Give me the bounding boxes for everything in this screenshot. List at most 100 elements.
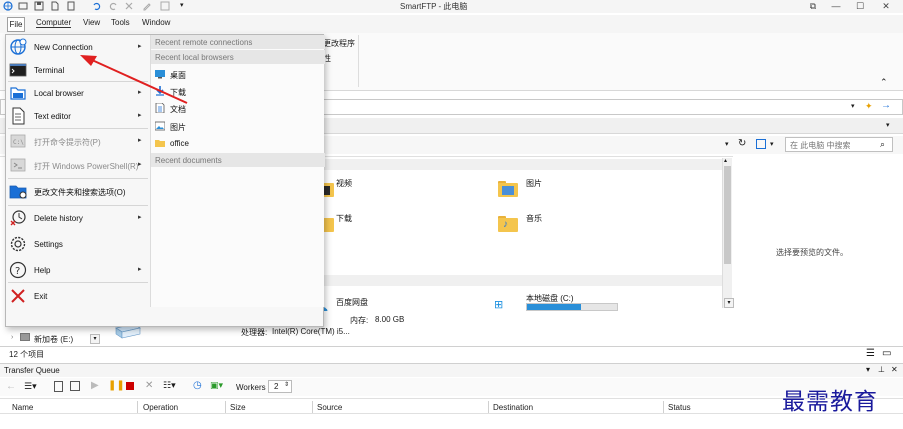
menu-item-label: Settings (34, 240, 63, 249)
pin-icon[interactable]: ⧉ (804, 0, 822, 12)
scrollbar-thumb[interactable] (724, 166, 731, 264)
rename-icon[interactable] (142, 1, 152, 11)
connect-icon[interactable] (18, 1, 28, 11)
menu-item-local-browser[interactable]: Local browser ▸ (6, 81, 150, 105)
menu-item-help[interactable]: ? Help ▸ (6, 258, 150, 282)
queue-options-icon[interactable]: ▣▾ (210, 380, 223, 391)
path-dropdown-icon[interactable]: ▾ (725, 140, 729, 148)
tab-list-icon[interactable]: ▾ (886, 121, 890, 129)
menu-item-cmd[interactable]: C:\ 打开命令提示符(P) ▸ (6, 129, 150, 153)
workers-stepper[interactable]: 2 ⇕ (268, 380, 292, 393)
column-separator[interactable] (312, 401, 313, 413)
drive-label-baidu[interactable]: 百度网盘 (336, 297, 368, 308)
queue-stop-icon[interactable] (126, 382, 134, 390)
tree-scroll-down-button[interactable]: ▾ (90, 334, 100, 344)
scroll-up-icon[interactable]: ▴ (724, 157, 727, 164)
refresh-icon[interactable]: ↻ (738, 138, 746, 149)
queue-list-icon[interactable]: ☷▾ (163, 380, 176, 391)
bookmark-icon[interactable]: ✦ (865, 101, 873, 112)
redo-icon[interactable] (108, 1, 118, 11)
folder-label-music[interactable]: 音乐 (526, 213, 542, 224)
column-separator[interactable] (663, 401, 664, 413)
content-scroll-down-button[interactable]: ▾ (724, 298, 734, 308)
undo-icon[interactable] (92, 1, 102, 11)
qat-dropdown-icon[interactable]: ▾ (180, 1, 190, 11)
panel-close-icon[interactable]: ✕ (891, 365, 898, 374)
menu-computer[interactable]: Computer (36, 18, 72, 28)
help-icon: ? (9, 261, 27, 279)
column-size[interactable]: Size (230, 403, 246, 412)
recent-item-label: office (170, 139, 189, 148)
globe-icon (9, 38, 27, 56)
save-icon[interactable] (34, 1, 44, 11)
cpu-label: 处理器: (241, 328, 268, 337)
queue-back-icon[interactable]: ← (6, 381, 16, 392)
ribbon-uninstall-label[interactable]: 更改程序 (323, 38, 355, 49)
recent-local-item[interactable]: 图片 (151, 118, 325, 134)
close-button[interactable]: ✕ (877, 0, 895, 12)
panel-dropdown-icon[interactable]: ▾ (866, 365, 870, 374)
menu-file[interactable]: File (7, 17, 25, 32)
minimize-button[interactable]: — (827, 0, 845, 12)
menu-item-new-connection[interactable]: New Connection ▸ (6, 35, 150, 59)
menu-item-powershell[interactable]: 打开 Windows PowerShell(R) ▸ (6, 153, 150, 177)
tiles-view-icon[interactable]: ▭ (882, 348, 891, 359)
details-view-icon[interactable]: ☰ (866, 348, 875, 359)
properties-icon[interactable] (160, 1, 170, 11)
queue-start-icon[interactable]: ▶ (91, 380, 99, 391)
menu-item-exit[interactable]: Exit (6, 284, 150, 308)
panel-pin-icon[interactable]: ⊥ (878, 365, 885, 374)
menu-item-settings[interactable]: Settings (6, 232, 150, 256)
new-folder-icon[interactable] (756, 139, 766, 149)
folder-label-downloads[interactable]: 下载 (336, 213, 352, 224)
powershell-icon (9, 156, 27, 174)
tree-item-e[interactable]: 新加卷 (E:) (34, 334, 73, 345)
menu-tools[interactable]: Tools (111, 18, 130, 27)
stepper-arrows-icon[interactable]: ⇕ (284, 381, 289, 388)
menu-view[interactable]: View (83, 18, 100, 27)
content-scrollbar[interactable]: ▴ ▾ (722, 158, 732, 308)
menu-item-delete-history[interactable]: Delete history ▸ (6, 206, 150, 230)
picture-folder-icon[interactable] (498, 181, 518, 197)
submenu-arrow-icon: ▸ (138, 112, 142, 119)
column-source[interactable]: Source (317, 403, 342, 412)
column-name[interactable]: Name (12, 403, 33, 412)
recent-local-item[interactable]: 文档 (151, 100, 325, 116)
queue-remove-icon[interactable]: ✕ (145, 380, 153, 391)
menu-item-text-editor[interactable]: Text editor ▸ (6, 104, 150, 128)
column-separator[interactable] (137, 401, 138, 413)
column-separator[interactable] (488, 401, 489, 413)
queue-menu-icon[interactable]: ☰▾ (24, 381, 37, 392)
music-folder-icon[interactable]: ♪ (498, 216, 518, 232)
windows-drive-icon[interactable]: ⊞ (494, 298, 503, 311)
column-destination[interactable]: Destination (493, 403, 533, 412)
queue-schedule-icon[interactable]: ◷ (193, 380, 202, 391)
column-separator[interactable] (225, 401, 226, 413)
folder-label-pictures[interactable]: 图片 (526, 178, 542, 189)
tree-expand-icon[interactable]: › (11, 334, 13, 341)
copy-icon[interactable] (66, 1, 76, 11)
menu-item-terminal[interactable]: Terminal (6, 58, 150, 82)
recent-local-item[interactable]: 桌面 (151, 66, 325, 82)
delete-icon[interactable] (124, 1, 134, 11)
maximize-button[interactable]: ☐ (851, 0, 869, 12)
view-dropdown-icon[interactable]: ▾ (770, 140, 774, 148)
address-dropdown-icon[interactable]: ▾ (851, 102, 855, 110)
recent-local-item[interactable]: 下载 (151, 83, 325, 99)
search-input[interactable]: 在 此电脑 中搜索 (785, 137, 893, 152)
queue-load-icon[interactable] (54, 381, 63, 392)
queue-pause-icon[interactable]: ❚❚ (108, 380, 125, 391)
collapse-ribbon-icon[interactable]: ⌃ (880, 77, 888, 88)
search-icon[interactable]: ⌕ (880, 139, 885, 150)
workers-value: 2 (274, 382, 279, 391)
column-status[interactable]: Status (668, 403, 691, 412)
app-icon[interactable] (3, 1, 13, 11)
recent-local-item[interactable]: office (151, 135, 325, 151)
go-arrow-icon[interactable]: → (881, 100, 891, 111)
menu-window[interactable]: Window (142, 18, 170, 27)
queue-save-icon[interactable] (70, 381, 80, 391)
menu-item-folder-options[interactable]: 更改文件夹和搜索选项(O) (6, 179, 150, 203)
new-file-icon[interactable] (50, 1, 60, 11)
folder-label-videos[interactable]: 视频 (336, 178, 352, 189)
column-operation[interactable]: Operation (143, 403, 178, 412)
